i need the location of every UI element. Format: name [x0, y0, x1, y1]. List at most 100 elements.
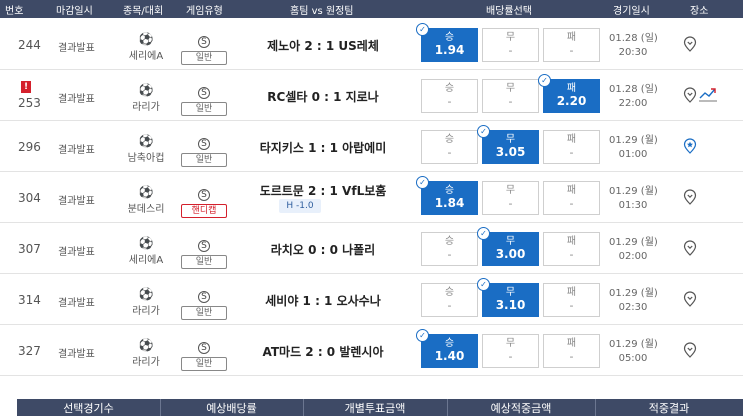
pin-icon[interactable] [683, 291, 697, 307]
table-row: 296 결과발표 ⚽ 남축아컵 S 일반 타지키스 1 : 1 아랍에미 승 - … [0, 121, 743, 172]
game-time: 20:30 [618, 47, 648, 58]
warning-icon: ! [21, 81, 31, 93]
game-type-cell: S 일반 [181, 233, 227, 269]
odds-lose-button[interactable]: 패 - [543, 334, 600, 368]
header-odds-select: 배당률선택 [486, 6, 532, 17]
odds-draw-button[interactable]: 무 - [482, 181, 539, 215]
matchup-score: 제노아 2 : 1 US레체 [267, 39, 379, 53]
star-pin-icon[interactable] [683, 138, 697, 154]
league-name: 라리가 [132, 102, 160, 113]
soccer-ball-icon: ⚽ [138, 134, 154, 148]
game-date: 01.28 (일) [609, 33, 658, 44]
odds-lose-button[interactable]: 패 - [543, 28, 600, 62]
soccer-ball-icon: ⚽ [138, 338, 154, 352]
odds-value: - [569, 146, 574, 159]
odds-draw-button[interactable]: ✓ 무 3.00 [477, 227, 539, 266]
odds-value: - [508, 44, 513, 57]
pin-icon[interactable] [683, 342, 697, 358]
odds-draw-button[interactable]: ✓ 무 3.05 [477, 125, 539, 164]
odds-draw-button[interactable]: 무 - [482, 334, 539, 368]
odds-win-button[interactable]: ✓ 승 1.94 [416, 23, 478, 62]
game-datetime: 01.29 (월) 02:30 [609, 287, 669, 315]
matchup-score: 도르트문 2 : 1 VfL보훔 [259, 184, 387, 198]
table-row: 327 결과발표 ⚽ 라리가 S 일반 AT마드 2 : 0 발렌시아 ✓ 승 1… [0, 325, 743, 376]
soccer-ball-icon: ⚽ [138, 287, 154, 301]
deadline-status: 결과발표 [58, 94, 95, 105]
game-date: 01.29 (월) [609, 288, 658, 299]
odds-win-button[interactable]: ✓ 승 1.84 [416, 176, 478, 215]
table-row: ! 253 결과발표 ⚽ 라리가 S 일반 RC셀타 0 : 1 지로나 승 - [0, 70, 743, 121]
league-cell: ⚽ 라리가 [118, 84, 174, 113]
game-type-cell: S 일반 [181, 80, 227, 116]
game-datetime: 01.29 (월) 02:00 [609, 236, 669, 264]
check-icon: ✓ [477, 278, 490, 291]
odds-label: 패 [566, 32, 577, 43]
header-game-type: 게임유형 [186, 6, 223, 17]
pin-icon[interactable] [683, 189, 697, 205]
game-number: 253 [18, 96, 41, 110]
soccer-ball-icon: ⚽ [138, 236, 154, 250]
odds-value: - [508, 95, 513, 108]
pin-icon[interactable] [683, 36, 697, 52]
trend-chart-icon[interactable] [698, 85, 718, 103]
game-datetime: 01.28 (일) 20:30 [609, 32, 669, 60]
league-name: 세리에A [128, 255, 164, 266]
odds-value: - [447, 248, 452, 261]
odds-lose-button[interactable]: 패 - [543, 181, 600, 215]
odds-lose-button[interactable]: ✓ 패 2.20 [538, 74, 600, 113]
odds-win-button[interactable]: 승 - [421, 130, 478, 164]
odds-value: 3.05 [495, 145, 526, 159]
odds-draw-button[interactable]: 무 - [482, 28, 539, 62]
league-name: 남축아컵 [127, 153, 165, 164]
table-row: 304 결과발표 ⚽ 분데스리 S 핸디캡 도르트문 2 : 1 VfL보훔 H -… [0, 172, 743, 223]
check-icon: ✓ [416, 176, 429, 189]
game-datetime: 01.29 (월) 01:00 [609, 134, 669, 162]
game-time: 22:00 [618, 98, 648, 109]
odds-label: 무 [505, 83, 516, 94]
matchup-score: 타지키스 1 : 1 아랍에미 [259, 141, 387, 155]
table-row: 244 결과발표 ⚽ 세리에A S 일반 제노아 2 : 1 US레체 ✓ 승 1… [0, 19, 743, 70]
s-circle-icon: S [198, 36, 210, 48]
table-header: 번호 마감일시 종목/대회 게임유형 홈팀 vs 원정팀 배당률선택 경기일시 … [0, 0, 743, 18]
odds-value: - [447, 146, 452, 159]
odds-win-button[interactable]: 승 - [421, 232, 478, 266]
odds-value: - [447, 299, 452, 312]
s-circle-icon: S [198, 87, 210, 99]
s-circle-icon: S [198, 240, 210, 252]
pin-icon[interactable] [683, 240, 697, 256]
game-type-badge: 일반 [181, 255, 227, 269]
footer-hit-result: 적중결과 [648, 402, 690, 415]
odds-label: 패 [566, 134, 577, 145]
league-cell: ⚽ 라리가 [118, 288, 174, 317]
odds-value: 1.94 [434, 43, 465, 57]
league-name: 분데스리 [127, 204, 165, 215]
league-name: 라리가 [132, 357, 160, 368]
odds-value: 3.00 [495, 247, 526, 261]
odds-lose-button[interactable]: 패 - [543, 232, 600, 266]
game-type-cell: S 일반 [181, 29, 227, 65]
deadline-status: 결과발표 [58, 145, 95, 156]
odds-win-button[interactable]: ✓ 승 1.40 [416, 329, 478, 368]
league-cell: ⚽ 분데스리 [118, 186, 174, 215]
odds-lose-button[interactable]: 패 - [543, 130, 600, 164]
game-number: 314 [18, 293, 41, 307]
footer-expected-payout: 예상적중금액 [490, 402, 552, 415]
game-number: 304 [18, 191, 41, 205]
game-time: 05:00 [618, 353, 648, 364]
odds-win-button[interactable]: 승 - [421, 79, 478, 113]
league-name: 세리에A [128, 51, 164, 62]
game-type-cell: S 일반 [181, 335, 227, 371]
matchup-score: 세비야 1 : 1 오사수나 [265, 294, 381, 308]
odds-draw-button[interactable]: ✓ 무 3.10 [477, 278, 539, 317]
game-type-badge: 일반 [181, 153, 227, 167]
odds-draw-button[interactable]: 무 - [482, 79, 539, 113]
odds-label: 패 [566, 236, 577, 247]
handicap-badge: H -1.0 [279, 199, 321, 213]
game-number: 296 [18, 140, 41, 154]
matchup-score: AT마드 2 : 0 발렌시아 [262, 345, 384, 359]
odds-win-button[interactable]: 승 - [421, 283, 478, 317]
pin-icon[interactable] [683, 87, 697, 103]
game-number: 327 [18, 344, 41, 358]
odds-lose-button[interactable]: 패 - [543, 283, 600, 317]
s-circle-icon: S [198, 291, 210, 303]
